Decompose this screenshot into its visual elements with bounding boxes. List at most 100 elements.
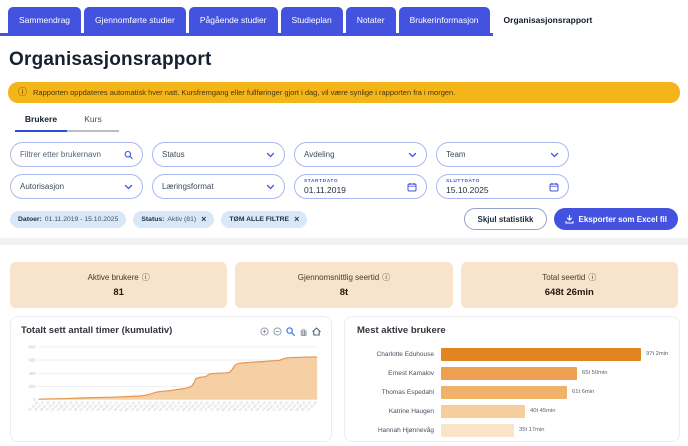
y-tick-label: 400 [28, 371, 36, 376]
tab-organisasjonsrapport[interactable]: Organisasjonsrapport [492, 7, 604, 33]
filter-chip-tøm-alle-filtre[interactable]: TØM ALLE FILTRE × [221, 210, 308, 228]
chip-close-icon[interactable]: × [201, 214, 206, 224]
subtab-kurs[interactable]: Kurs [67, 114, 119, 132]
download-icon [564, 214, 574, 224]
stat-card-total-seertid: Total seertid ⓘ 648t 26min [460, 262, 678, 308]
y-tick-label: 200 [28, 384, 36, 389]
end-date-field-text: SLUTTDATO 15.10.2025 [446, 179, 489, 195]
tab-sammendrag[interactable]: Sammendrag [8, 7, 82, 33]
dropdown-status[interactable]: Status [152, 142, 285, 167]
tab-gjennomførte-studier[interactable]: Gjennomførte studier [84, 7, 186, 33]
box-zoom-icon[interactable] [286, 327, 295, 336]
chip-label: TØM ALLE FILTRE [229, 215, 290, 223]
bar-row-ernest-kamalov: Ernest Kamalov 65t 50min [357, 364, 667, 382]
bar-value-label: 61t 6min [572, 389, 595, 395]
bar-thomas-espedahl [441, 385, 567, 399]
bar-chart-title: Mest aktive brukere [357, 325, 446, 336]
bar-user-name: Thomas Espedahl [381, 388, 434, 396]
dropdown-label-team: Team [446, 150, 466, 159]
tab-pågående-studier[interactable]: Pågående studier [188, 7, 278, 33]
section-divider [0, 238, 688, 245]
bar-chart: Charlotte Eduhouse 97t 2min Ernest Kamalov… [357, 345, 668, 439]
info-banner: ⓘ Rapporten oppdateres automatisk hver n… [8, 82, 680, 103]
export-excel-label: Eksporter som Excel fil [578, 214, 667, 224]
chevron-down-icon [408, 152, 417, 157]
stat-label: Aktive brukere ⓘ [88, 272, 150, 283]
bar-value-label: 65t 50min [582, 370, 608, 376]
y-tick-label: 600 [28, 358, 36, 363]
dropdown-team[interactable]: Team [436, 142, 569, 167]
dropdown-avdeling[interactable]: Avdeling [294, 142, 427, 167]
bar-katrine-haugen [441, 404, 525, 418]
stat-label-text: Total seertid [542, 273, 586, 282]
bar-row-hannah-hjønnevåg: Hannah Hjønnevåg 35t 17min [357, 421, 667, 439]
nav-underline [0, 33, 493, 36]
filter-chip-datoer[interactable]: Datoer: 01.11.2019 - 15.10.2025 [10, 210, 127, 228]
hide-statistics-button[interactable]: Skjul statistikk [464, 208, 547, 230]
pan-icon[interactable] [299, 327, 308, 336]
info-icon[interactable]: ⓘ [382, 272, 390, 283]
bar-row-katrine-haugen: Katrine Haugen 40t 45min [357, 402, 667, 420]
dropdown-autorisasjon[interactable]: Autorisasjon [10, 174, 143, 199]
tab-studieplan[interactable]: Studieplan [280, 7, 343, 33]
stat-label-text: Aktive brukere [87, 273, 139, 282]
dropdown-label-autorisasjon: Autorisasjon [20, 182, 65, 191]
filter-section: Status Avdeling Team Autorisasjon Læringsfo… [10, 142, 688, 199]
chevron-down-icon [550, 152, 559, 157]
bar-user-name: Katrine Haugen [388, 407, 434, 415]
chip-label: Status: [141, 215, 165, 223]
start-date-field-value: 01.11.2019 [304, 184, 346, 195]
stat-value: 81 [113, 287, 124, 298]
subtab-brukere[interactable]: Brukere [15, 114, 67, 132]
search-input[interactable] [20, 150, 124, 159]
calendar-icon [407, 182, 417, 191]
cumulative-chart-title: Totalt sett antall timer (kumulativ) [21, 325, 173, 336]
stat-label-text: Gjennomsnittlig seertid [297, 273, 380, 282]
info-icon[interactable]: ⓘ [142, 272, 150, 283]
end-date-field-value: 15.10.2025 [446, 184, 489, 195]
bar-value-label: 40t 45min [530, 408, 556, 414]
subtabs: Brukere Kurs [15, 114, 688, 132]
stat-cards: Aktive brukere ⓘ 81 Gjennomsnittlig seertid… [10, 262, 678, 308]
bar-user-name: Charlotte Eduhouse [376, 350, 434, 358]
tab-brukerinformasjon[interactable]: Brukerinformasjon [398, 7, 490, 33]
info-banner-text: Rapporten oppdateres automatisk hver nat… [33, 88, 456, 97]
organization-report-screen: Sammendrag Gjennomførte studier Pågående s… [0, 0, 688, 446]
page-title: Organisasjonsrapport [9, 49, 212, 70]
tab-notater[interactable]: Notater [345, 7, 396, 33]
chip-value: Aktiv (81) [167, 215, 197, 223]
filter-chip-status[interactable]: Status: Aktiv (81) × [133, 210, 215, 228]
chevron-down-icon [266, 152, 275, 157]
search-icon [124, 150, 133, 159]
end-date-field-label: SLUTTDATO [446, 178, 481, 184]
chart-toolbar [260, 327, 321, 336]
top-nav: Sammendrag Gjennomførte studier Pågående s… [0, 0, 688, 36]
export-excel-button[interactable]: Eksporter som Excel fil [553, 208, 678, 230]
stat-value: 8t [339, 287, 349, 298]
bar-value-label: 35t 17min [519, 427, 545, 433]
info-icon[interactable]: ⓘ [588, 272, 596, 283]
start-date-field-text: STARTDATO 01.11.2019 [304, 179, 346, 195]
search-field[interactable] [10, 142, 143, 167]
cumulative-area-chart: 020040060080001.11.1916.12.1930.01.2015.… [28, 344, 318, 412]
bar-user-name: Ernest Kamalov [388, 369, 434, 377]
home-icon[interactable] [312, 327, 321, 336]
stat-card-aktive-brukere: Aktive brukere ⓘ 81 [10, 262, 228, 308]
area-fill [38, 356, 318, 400]
start-date-field[interactable]: STARTDATO 01.11.2019 [294, 174, 427, 199]
dropdown-label-læringsformat: Læringsformat [162, 182, 214, 191]
cumulative-hours-panel: Totalt sett antall timer (kumulativ) 0 20… [10, 316, 332, 442]
dropdown-label-status: Status [162, 150, 185, 159]
dropdown-label-avdeling: Avdeling [304, 150, 335, 159]
chevron-down-icon [124, 184, 133, 189]
most-active-users-panel: Mest aktive brukere Charlotte Eduhouse 97… [344, 316, 680, 442]
chevron-down-icon [266, 184, 275, 189]
bar-ernest-kamalov [441, 366, 577, 380]
info-icon: ⓘ [18, 87, 28, 97]
zoom-out-icon[interactable] [273, 327, 282, 336]
zoom-in-icon[interactable] [260, 327, 269, 336]
dropdown-læringsformat[interactable]: Læringsformat [152, 174, 285, 199]
chip-close-icon[interactable]: × [294, 214, 299, 224]
bar-user-name: Hannah Hjønnevåg [377, 426, 434, 434]
end-date-field[interactable]: SLUTTDATO 15.10.2025 [436, 174, 569, 199]
